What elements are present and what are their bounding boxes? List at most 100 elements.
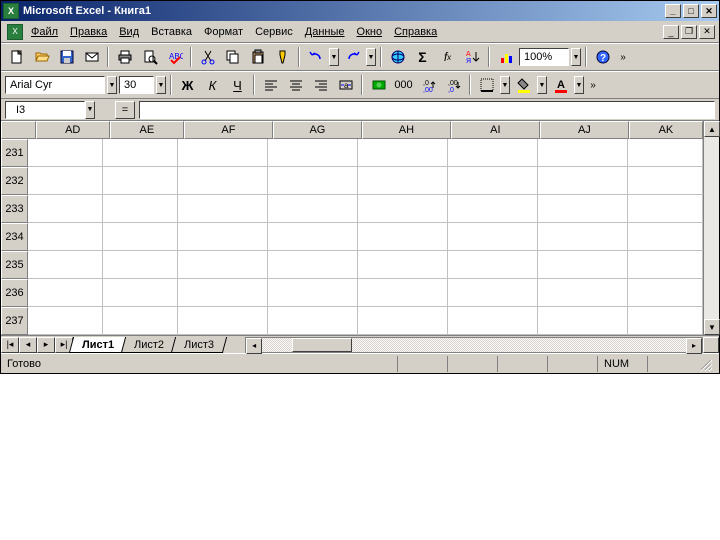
column-header[interactable]: AK [629, 121, 703, 139]
cut-icon[interactable] [196, 46, 219, 68]
align-center-icon[interactable] [284, 74, 307, 96]
cell[interactable] [448, 223, 538, 251]
underline-button[interactable]: Ч [226, 74, 249, 96]
paste-icon[interactable] [246, 46, 269, 68]
scroll-thumb-h[interactable] [292, 338, 352, 352]
cell[interactable] [538, 307, 628, 335]
cell[interactable] [28, 279, 103, 307]
cell[interactable] [268, 251, 358, 279]
cell[interactable] [178, 223, 268, 251]
cell[interactable] [268, 167, 358, 195]
cell[interactable] [268, 307, 358, 335]
redo-dropdown[interactable]: ▼ [366, 48, 376, 66]
maximize-button[interactable]: □ [683, 4, 699, 18]
cell[interactable] [268, 223, 358, 251]
first-sheet-button[interactable]: |◂ [1, 337, 19, 353]
font-selector[interactable]: Arial Cyr [5, 76, 105, 94]
cell[interactable] [103, 139, 178, 167]
scroll-track-v[interactable] [704, 137, 719, 319]
currency-icon[interactable] [367, 74, 390, 96]
more-format-buttons-icon[interactable]: » [586, 74, 600, 96]
row-header[interactable]: 235 [1, 251, 28, 279]
column-header[interactable]: AJ [540, 121, 629, 139]
column-header[interactable]: AI [451, 121, 540, 139]
row-header[interactable]: 233 [1, 195, 28, 223]
cell[interactable] [103, 223, 178, 251]
cell[interactable] [448, 307, 538, 335]
zoom-dropdown[interactable]: ▼ [571, 48, 581, 66]
column-header[interactable]: AD [36, 121, 110, 139]
menu-help[interactable]: Справка [394, 26, 437, 38]
doc-minimize-button[interactable]: _ [663, 25, 679, 39]
merge-center-icon[interactable]: a [334, 74, 357, 96]
scroll-left-button[interactable]: ◂ [246, 338, 262, 354]
redo-icon[interactable] [341, 46, 364, 68]
row-header[interactable]: 234 [1, 223, 28, 251]
horizontal-scrollbar[interactable]: ◂ ▸ [245, 337, 703, 353]
prev-sheet-button[interactable]: ◂ [19, 337, 37, 353]
zoom-input[interactable]: 100% [519, 48, 569, 66]
row-header[interactable]: 237 [1, 307, 28, 335]
name-box-dropdown[interactable]: ▼ [85, 101, 95, 119]
menu-view[interactable]: Вид [119, 26, 139, 38]
column-header[interactable]: AF [184, 121, 273, 139]
cell[interactable] [358, 251, 448, 279]
font-size-selector[interactable]: 30 [119, 76, 154, 94]
minimize-button[interactable]: _ [665, 4, 681, 18]
cell[interactable] [358, 167, 448, 195]
doc-close-button[interactable]: ✕ [699, 25, 715, 39]
spellcheck-icon[interactable]: ABC [163, 46, 186, 68]
chart-icon[interactable] [494, 46, 517, 68]
borders-dropdown[interactable]: ▼ [500, 76, 510, 94]
cell[interactable] [178, 139, 268, 167]
cell[interactable] [538, 251, 628, 279]
format-painter-icon[interactable] [271, 46, 294, 68]
scroll-up-button[interactable]: ▲ [704, 121, 720, 137]
column-header[interactable]: AE [110, 121, 184, 139]
font-size-dropdown[interactable]: ▼ [156, 76, 166, 94]
cell[interactable] [358, 279, 448, 307]
menu-edit[interactable]: Правка [70, 26, 107, 38]
fill-color-icon[interactable] [512, 74, 535, 96]
increase-decimal-icon[interactable]: ,0,00 [417, 74, 440, 96]
font-color-icon[interactable]: A [549, 74, 572, 96]
hyperlink-icon[interactable] [386, 46, 409, 68]
new-icon[interactable] [5, 46, 28, 68]
cell[interactable] [178, 251, 268, 279]
menu-format[interactable]: Формат [204, 26, 243, 38]
cell[interactable] [448, 251, 538, 279]
decrease-decimal-icon[interactable]: ,00,0 [442, 74, 465, 96]
next-sheet-button[interactable]: ▸ [37, 337, 55, 353]
row-header[interactable]: 231 [1, 139, 28, 167]
cell[interactable] [628, 307, 703, 335]
cell[interactable] [178, 195, 268, 223]
cell[interactable] [628, 223, 703, 251]
percent-icon[interactable]: 000 [392, 74, 415, 96]
cell[interactable] [358, 139, 448, 167]
sheet-tab-1[interactable]: Лист1 [69, 337, 127, 353]
print-icon[interactable] [113, 46, 136, 68]
help-icon[interactable]: ? [591, 46, 614, 68]
cell[interactable] [103, 279, 178, 307]
cell[interactable] [358, 223, 448, 251]
cell[interactable] [268, 279, 358, 307]
cell[interactable] [538, 167, 628, 195]
cell[interactable] [28, 223, 103, 251]
open-icon[interactable] [30, 46, 53, 68]
font-dropdown[interactable]: ▼ [107, 76, 117, 94]
cell[interactable] [628, 139, 703, 167]
close-button[interactable]: ✕ [701, 4, 717, 18]
doc-restore-button[interactable]: ❐ [681, 25, 697, 39]
row-header[interactable]: 236 [1, 279, 28, 307]
equals-button[interactable]: = [115, 101, 135, 119]
cell[interactable] [28, 195, 103, 223]
copy-icon[interactable] [221, 46, 244, 68]
menu-data[interactable]: Данные [305, 26, 345, 38]
align-right-icon[interactable] [309, 74, 332, 96]
align-left-icon[interactable] [259, 74, 282, 96]
fill-color-dropdown[interactable]: ▼ [537, 76, 547, 94]
function-icon[interactable]: fx [436, 46, 459, 68]
scroll-right-button[interactable]: ▸ [686, 338, 702, 354]
cell[interactable] [358, 307, 448, 335]
cell[interactable] [448, 167, 538, 195]
